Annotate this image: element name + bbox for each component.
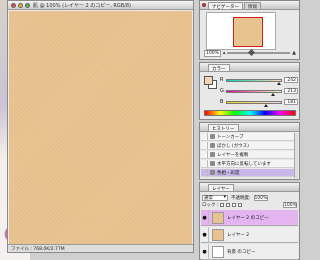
slider-thumb[interactable]	[271, 92, 276, 96]
layer-name: 背景 のコピー	[227, 249, 256, 255]
history-step-icon	[210, 170, 215, 175]
channel-label: G	[220, 88, 224, 94]
zoom-out-icon[interactable]: ▴	[223, 50, 226, 56]
history-item-label: トーンカーブ	[217, 134, 244, 140]
layer-name: レイヤー 2	[227, 232, 250, 238]
green-value-field[interactable]: 213	[284, 88, 298, 94]
lock-label: ロック :	[202, 203, 219, 208]
history-item[interactable]: レイヤーを複製	[201, 151, 298, 159]
history-item-active[interactable]: 色相・彩度	[201, 169, 298, 177]
lock-image-checkbox[interactable]	[226, 203, 231, 207]
history-brush-slot[interactable]	[201, 160, 208, 167]
lock-position-checkbox[interactable]	[232, 203, 237, 207]
tab-info[interactable]: 情報	[244, 2, 261, 10]
channel-label: R	[220, 77, 224, 83]
navigator-zoom-controls: 100% ▴ ▲	[204, 48, 296, 57]
palette-close-icon[interactable]	[202, 3, 206, 7]
color-spectrum-bar[interactable]	[204, 110, 296, 116]
red-value-field[interactable]: 242	[284, 77, 298, 83]
history-brush-slot[interactable]	[201, 133, 208, 140]
color-palette: カラー R 242 G 213 B 181	[199, 62, 300, 120]
opacity-label: 不透明度:	[231, 195, 251, 201]
lock-all-checkbox[interactable]	[238, 203, 243, 207]
layer-thumbnail	[212, 228, 224, 241]
history-scrollbar[interactable]	[294, 133, 298, 178]
document-title: 肌 @ 100% (レイヤー 2 のコピー, RGB/8)	[33, 2, 131, 9]
layer-name: レイヤー 2 のコピー	[227, 215, 269, 221]
zoom-in-icon[interactable]: ▲	[292, 50, 296, 56]
palette-header[interactable]: カラー	[200, 63, 299, 72]
history-item-label: レイヤーを複製	[217, 152, 249, 158]
history-step-icon	[210, 152, 215, 157]
tab-color[interactable]: カラー	[208, 64, 230, 72]
foreground-color-swatch[interactable]	[204, 76, 213, 85]
history-step-icon	[210, 161, 215, 166]
layer-thumbnail	[212, 245, 224, 258]
document-window: 肌 @ 100% (レイヤー 2 のコピー, RGB/8) ファイル : 768…	[7, 0, 194, 253]
red-slider-row: R 242	[220, 76, 298, 85]
history-item-label: 水平方向に反転しています	[217, 161, 271, 167]
layer-row[interactable]: ● 背景 のコピー	[201, 243, 298, 260]
slider-thumb[interactable]	[264, 103, 269, 107]
file-size-readout: ファイル : 768.0K/2.77M	[11, 246, 65, 252]
image-canvas[interactable]	[9, 11, 192, 244]
zoom-slider-knob[interactable]	[248, 48, 256, 57]
tab-navigator[interactable]: ナビゲーター	[208, 2, 243, 10]
green-slider[interactable]	[226, 89, 282, 96]
palette-header[interactable]: ナビゲーター 情報	[200, 1, 299, 10]
opacity-field[interactable]: 100%	[253, 194, 268, 201]
history-brush-slot[interactable]	[201, 151, 208, 158]
layers-palette: レイヤー 通常 不透明度: 100% ロック : 100% ● レイヤー 2 の…	[199, 182, 300, 260]
history-palette: ヒストリー トーンカーブ ぼかし (ガウス) レイヤーを複製 水平方向に反転して…	[199, 122, 300, 180]
history-item[interactable]: ぼかし (ガウス)	[201, 142, 298, 150]
blue-slider[interactable]	[226, 100, 282, 107]
history-step-icon	[210, 134, 215, 139]
history-step-icon	[210, 143, 215, 148]
palette-header[interactable]: ヒストリー	[200, 123, 299, 132]
blend-mode-select[interactable]: 通常	[202, 194, 228, 201]
visibility-eye-icon[interactable]: ●	[201, 243, 209, 260]
zoom-percent-field[interactable]: 100%	[204, 49, 221, 57]
document-status-bar: ファイル : 768.0K/2.77M	[8, 244, 193, 252]
close-button[interactable]	[11, 2, 16, 8]
blue-value-field[interactable]: 181	[284, 99, 298, 105]
lock-transparency-checkbox[interactable]	[220, 203, 225, 207]
fill-field[interactable]: 100%	[283, 202, 297, 208]
layer-row[interactable]: ● レイヤー 2	[201, 226, 298, 243]
visibility-eye-icon[interactable]: ●	[201, 209, 209, 226]
visibility-eye-icon[interactable]: ●	[201, 226, 209, 243]
window-controls	[11, 2, 30, 8]
navigator-preview[interactable]	[206, 12, 276, 50]
lock-row: ロック : 100%	[202, 202, 297, 208]
channel-label: B	[220, 99, 224, 105]
history-item-label: 色相・彩度	[217, 170, 240, 176]
history-brush-slot[interactable]	[201, 142, 208, 149]
minimize-button[interactable]	[18, 2, 23, 8]
document-title-bar[interactable]: 肌 @ 100% (レイヤー 2 のコピー, RGB/8)	[8, 1, 193, 10]
layer-thumbnail	[212, 211, 224, 224]
history-item-label: ぼかし (ガウス)	[217, 143, 249, 149]
history-brush-slot[interactable]	[201, 169, 208, 176]
palette-header[interactable]: レイヤー	[200, 183, 299, 192]
blue-slider-row: B 181	[220, 98, 298, 107]
navigator-view-box[interactable]	[233, 17, 263, 47]
green-slider-row: G 213	[220, 87, 298, 96]
layer-options-row: 通常 不透明度: 100%	[202, 194, 297, 201]
tab-history[interactable]: ヒストリー	[208, 124, 239, 132]
history-item[interactable]: トーンカーブ	[201, 133, 298, 141]
tab-layers[interactable]: レイヤー	[208, 184, 234, 192]
slider-thumb[interactable]	[277, 81, 282, 85]
layer-row-selected[interactable]: ● レイヤー 2 のコピー	[201, 209, 298, 226]
zoom-slider[interactable]	[227, 48, 291, 57]
red-slider[interactable]	[226, 78, 282, 85]
zoom-button[interactable]	[25, 2, 30, 8]
history-item[interactable]: 水平方向に反転しています	[201, 160, 298, 168]
navigator-palette: ナビゲーター 情報 100% ▴ ▲	[199, 0, 300, 60]
